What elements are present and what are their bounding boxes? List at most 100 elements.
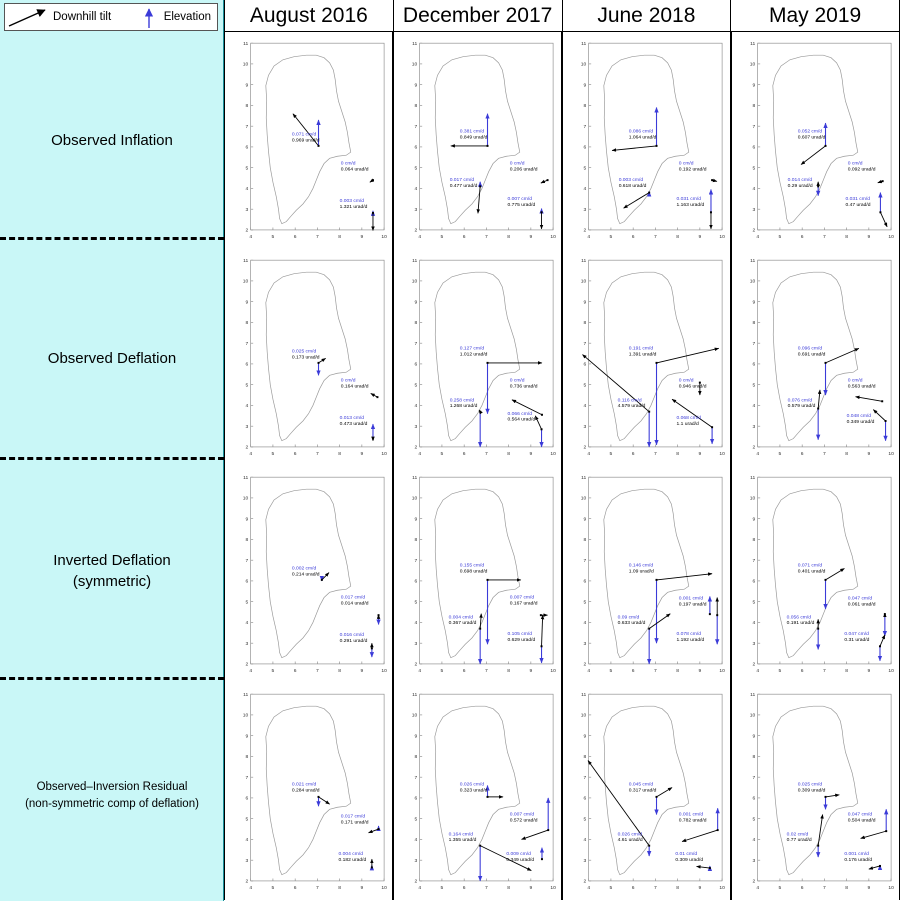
svg-text:7: 7 (316, 668, 319, 674)
svg-text:0.096 cm/d: 0.096 cm/d (798, 345, 823, 351)
svg-text:10: 10 (581, 62, 587, 68)
svg-text:8: 8 (507, 234, 510, 240)
svg-text:7: 7 (485, 885, 488, 891)
svg-text:2: 2 (752, 879, 755, 885)
svg-text:9: 9 (414, 516, 417, 522)
svg-text:5: 5 (779, 885, 782, 891)
svg-text:2: 2 (245, 228, 248, 234)
svg-text:5: 5 (245, 382, 248, 388)
svg-text:8: 8 (414, 537, 417, 543)
svg-text:9: 9 (698, 885, 701, 891)
svg-text:4: 4 (249, 451, 252, 457)
svg-text:8: 8 (414, 320, 417, 326)
svg-text:0.564 urad/d: 0.564 urad/d (508, 417, 536, 423)
panel-r4-c1: 4 5 6 7 8 9 10 2 3 4 5 6 7 8 9 10 11 0.021 cm/d 0.284 urad… (224, 683, 393, 900)
svg-text:11: 11 (750, 41, 755, 47)
svg-text:9: 9 (867, 234, 870, 240)
svg-text:9: 9 (360, 885, 363, 891)
svg-text:0.003 cm/d: 0.003 cm/d (340, 198, 365, 204)
svg-text:2: 2 (245, 445, 248, 451)
svg-text:7: 7 (485, 668, 488, 674)
row-label-column: Downhill tilt Elevation Observed Inflati… (0, 0, 224, 901)
svg-text:0.192 urad/d: 0.192 urad/d (679, 166, 707, 172)
row-label-observed-inflation: Observed Inflation (51, 132, 173, 149)
svg-text:10: 10 (381, 885, 387, 891)
svg-text:0.171 urad/d: 0.171 urad/d (341, 820, 369, 826)
svg-text:5: 5 (441, 234, 444, 240)
svg-text:0.092 urad/d: 0.092 urad/d (848, 166, 876, 172)
svg-text:1.012 urad/d: 1.012 urad/d (460, 351, 488, 357)
svg-text:7: 7 (414, 558, 417, 564)
svg-text:11: 11 (581, 692, 586, 698)
svg-text:4: 4 (418, 885, 421, 891)
svg-text:5: 5 (414, 165, 417, 171)
svg-text:5: 5 (272, 234, 275, 240)
svg-text:0.629 urad/d: 0.629 urad/d (508, 637, 536, 643)
svg-text:9: 9 (529, 234, 532, 240)
svg-text:6: 6 (632, 451, 635, 457)
svg-text:5: 5 (583, 382, 586, 388)
svg-text:6: 6 (414, 579, 417, 585)
svg-text:10: 10 (550, 234, 556, 240)
svg-text:0.191 cm/d: 0.191 cm/d (629, 345, 654, 351)
svg-text:4: 4 (414, 620, 417, 626)
column-header-row: August 2016 December 2017 June 2018 May … (224, 0, 900, 32)
svg-text:5: 5 (245, 165, 248, 171)
svg-text:8: 8 (338, 885, 341, 891)
svg-text:8: 8 (245, 537, 248, 543)
svg-text:0.09 cm/d: 0.09 cm/d (618, 614, 640, 620)
svg-text:0.309 urad/d: 0.309 urad/d (798, 787, 826, 793)
svg-text:0.563 urad/d: 0.563 urad/d (848, 383, 876, 389)
svg-text:8: 8 (507, 451, 510, 457)
svg-text:11: 11 (412, 41, 417, 47)
svg-text:0.736 urad/d: 0.736 urad/d (510, 383, 538, 389)
svg-text:0.349 urad/d: 0.349 urad/d (847, 419, 875, 425)
svg-text:0 cm/d: 0 cm/d (341, 378, 356, 384)
panel-r3-c2: 4 5 6 7 8 9 10 2 3 4 5 6 7 8 9 10 11 0.155 cm/d 0.698 urad… (393, 466, 562, 683)
svg-text:5: 5 (583, 599, 586, 605)
panel-row-2: 4 5 6 7 8 9 10 2 3 4 5 6 7 8 9 10 11 0.025 cm/d 0.173 urad… (224, 249, 900, 466)
row-label-observed-deflation: Observed Deflation (47, 350, 177, 367)
svg-text:10: 10 (888, 885, 894, 891)
panel-r2-c3: 4 5 6 7 8 9 10 2 3 4 5 6 7 8 9 10 11 0.191 cm/d 1.391 urad… (562, 249, 731, 466)
svg-text:7: 7 (823, 885, 826, 891)
panel-r3-c4: 4 5 6 7 8 9 10 2 3 4 5 6 7 8 9 10 11 0.071 cm/d 0.401 urad… (731, 466, 900, 683)
svg-text:0.025 cm/d: 0.025 cm/d (798, 781, 823, 787)
svg-text:4: 4 (752, 403, 755, 409)
panel-r4-c4: 4 5 6 7 8 9 10 2 3 4 5 6 7 8 9 10 11 0.025 cm/d 0.309 urad… (731, 683, 900, 900)
svg-text:7: 7 (752, 124, 755, 130)
svg-text:0.116 cm/d: 0.116 cm/d (618, 397, 642, 403)
svg-text:6: 6 (294, 885, 297, 891)
svg-text:5: 5 (610, 234, 613, 240)
svg-text:10: 10 (412, 496, 418, 502)
svg-text:0.078 cm/d: 0.078 cm/d (677, 631, 702, 637)
svg-text:0 cm/d: 0 cm/d (679, 161, 694, 167)
svg-text:8: 8 (752, 103, 755, 109)
svg-text:9: 9 (867, 668, 870, 674)
svg-text:7: 7 (245, 124, 248, 130)
svg-text:11: 11 (581, 258, 586, 264)
svg-text:6: 6 (752, 362, 755, 368)
svg-text:11: 11 (412, 258, 417, 264)
svg-text:0.071 cm/d: 0.071 cm/d (798, 562, 823, 568)
svg-text:3: 3 (245, 641, 248, 647)
svg-text:8: 8 (414, 754, 417, 760)
svg-text:3: 3 (583, 207, 586, 213)
svg-text:4: 4 (249, 668, 252, 674)
svg-text:7: 7 (583, 341, 586, 347)
svg-text:2: 2 (752, 228, 755, 234)
svg-text:5: 5 (752, 165, 755, 171)
svg-text:3: 3 (752, 424, 755, 430)
svg-text:0.02 cm/d: 0.02 cm/d (787, 831, 809, 837)
svg-text:4: 4 (245, 186, 248, 192)
svg-text:3: 3 (583, 858, 586, 864)
svg-text:6: 6 (801, 668, 804, 674)
svg-text:9: 9 (752, 82, 755, 88)
svg-text:0.017 cm/d: 0.017 cm/d (341, 595, 366, 601)
row-label-inverted-deflation-sub: (symmetric) (72, 573, 152, 590)
svg-text:9: 9 (245, 299, 248, 305)
svg-text:1.391 urad/d: 1.391 urad/d (629, 351, 657, 357)
svg-text:11: 11 (581, 475, 586, 481)
panel-r3-c1: 4 5 6 7 8 9 10 2 3 4 5 6 7 8 9 10 11 0.002 cm/d 0.214 urad… (224, 466, 393, 683)
up-arrow-icon (134, 4, 164, 30)
